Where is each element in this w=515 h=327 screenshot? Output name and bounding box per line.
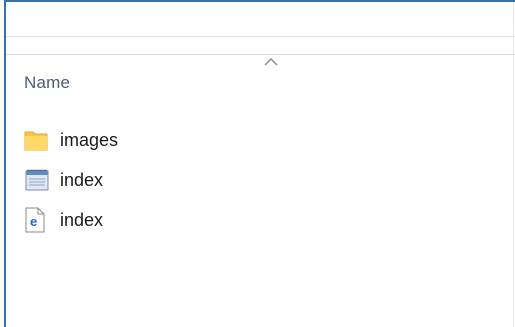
list-item[interactable]: index (24, 160, 324, 200)
chevron-up-icon[interactable] (262, 55, 280, 67)
list-item[interactable]: images (24, 120, 324, 160)
folder-icon (24, 126, 50, 154)
file-name: images (60, 129, 119, 150)
list-item[interactable]: e index (24, 200, 324, 240)
file-list: images index e index (24, 120, 324, 240)
column-header: Name (6, 55, 513, 103)
text-document-icon (24, 166, 50, 194)
toolbar-area (6, 2, 515, 37)
edge-html-icon: e (24, 206, 50, 234)
window-frame-right (513, 2, 514, 327)
file-name: index (60, 209, 104, 230)
svg-text:e: e (30, 214, 37, 229)
file-explorer-window: Name images index e index (0, 0, 515, 327)
header-separator (6, 37, 515, 55)
name-column-header[interactable]: Name (24, 73, 70, 93)
file-name: index (60, 169, 104, 190)
